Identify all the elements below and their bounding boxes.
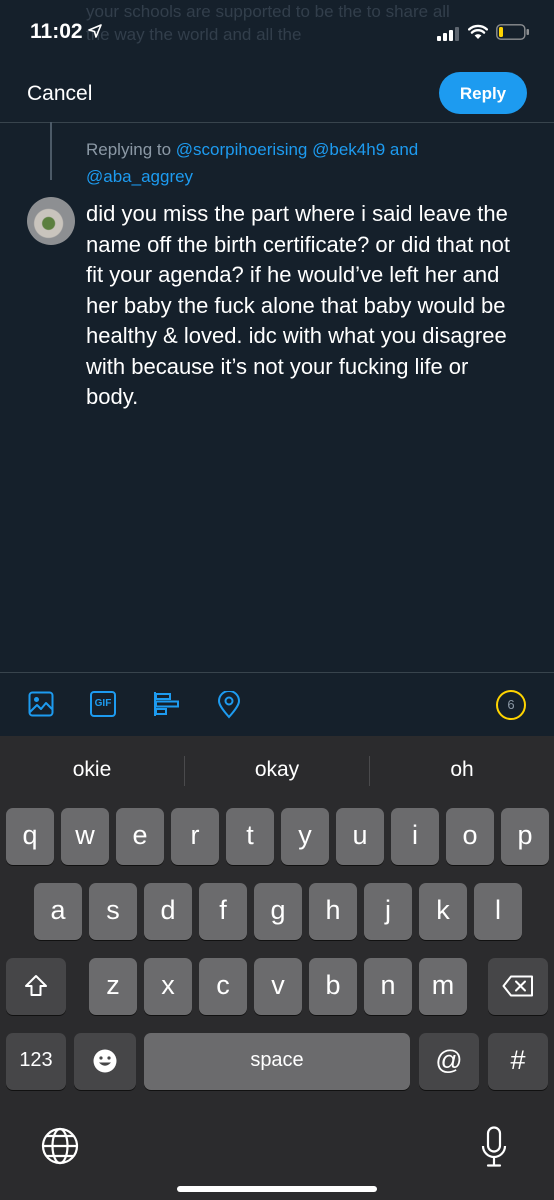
mention-link[interactable]: @scorpihoerising [176,140,308,159]
suggestion-item[interactable]: okay [185,758,369,782]
backspace-icon [502,975,533,997]
key-t[interactable]: t [226,808,274,865]
key-o[interactable]: o [446,808,494,865]
image-icon[interactable] [28,691,54,717]
key-l[interactable]: l [474,883,522,940]
mention-conjunction[interactable]: and [390,140,418,159]
key-a[interactable]: a [34,883,82,940]
suggestion-item[interactable]: oh [370,758,554,782]
key-h[interactable]: h [309,883,357,940]
character-count-indicator: 6 [496,690,526,720]
cellular-signal-icon [437,27,459,41]
avatar[interactable] [27,197,75,245]
wifi-icon [468,24,488,39]
replying-prefix: Replying to [86,140,172,159]
key-c[interactable]: c [199,958,247,1015]
key-n[interactable]: n [364,958,412,1015]
key-u[interactable]: u [336,808,384,865]
microphone-icon[interactable] [481,1126,507,1168]
mention-link[interactable]: @aba_aggrey [86,167,193,186]
predictive-bar: okie okay oh [0,736,554,806]
space-bar[interactable]: space [144,1033,410,1090]
emoji-icon [93,1049,117,1073]
key-g[interactable]: g [254,883,302,940]
key-b[interactable]: b [309,958,357,1015]
tweet-text-input[interactable]: did you miss the part where i said leave… [86,199,526,413]
suggestion-item[interactable]: okie [0,758,184,782]
key-v[interactable]: v [254,958,302,1015]
shift-icon [25,975,47,996]
cancel-button[interactable]: Cancel [27,82,92,106]
key-q[interactable]: q [6,808,54,865]
key-z[interactable]: z [89,958,137,1015]
key-j[interactable]: j [364,883,412,940]
status-bar: your schools are supported to be the to … [0,0,554,66]
key-y[interactable]: y [281,808,329,865]
key-f[interactable]: f [199,883,247,940]
location-icon[interactable] [217,691,241,719]
emoji-key[interactable] [74,1033,136,1090]
at-key[interactable]: @ [419,1033,479,1090]
key-r[interactable]: r [171,808,219,865]
battery-icon [496,24,529,40]
key-d[interactable]: d [144,883,192,940]
globe-icon[interactable] [40,1126,80,1166]
key-x[interactable]: x [144,958,192,1015]
reply-button[interactable]: Reply [439,72,527,114]
gif-label: GIF [94,698,112,709]
key-e[interactable]: e [116,808,164,865]
ios-keyboard: okie okay oh q w e r t y u i o p a s d f… [0,736,554,1200]
replying-to-text: Replying to @scorpihoerising @bek4h9 and… [86,136,466,190]
mention-link[interactable]: @bek4h9 [312,140,385,159]
key-k[interactable]: k [419,883,467,940]
poll-icon[interactable] [153,691,181,717]
delete-key[interactable] [488,958,548,1015]
hash-key[interactable]: # [488,1033,548,1090]
compose-toolbar: GIF 6 [0,672,554,737]
home-indicator [177,1186,377,1192]
key-i[interactable]: i [391,808,439,865]
shift-key[interactable] [6,958,66,1015]
key-m[interactable]: m [419,958,467,1015]
gif-icon[interactable]: GIF [90,691,116,717]
numbers-key[interactable]: 123 [6,1033,66,1090]
status-time: 11:02 [30,20,83,43]
key-s[interactable]: s [89,883,137,940]
background-ghost-text: your schools are supported to be the to … [86,2,450,44]
key-w[interactable]: w [61,808,109,865]
location-arrow-icon [88,24,102,38]
compose-header: Cancel Reply [0,66,554,123]
thread-connector-line [50,122,52,180]
key-p[interactable]: p [501,808,549,865]
